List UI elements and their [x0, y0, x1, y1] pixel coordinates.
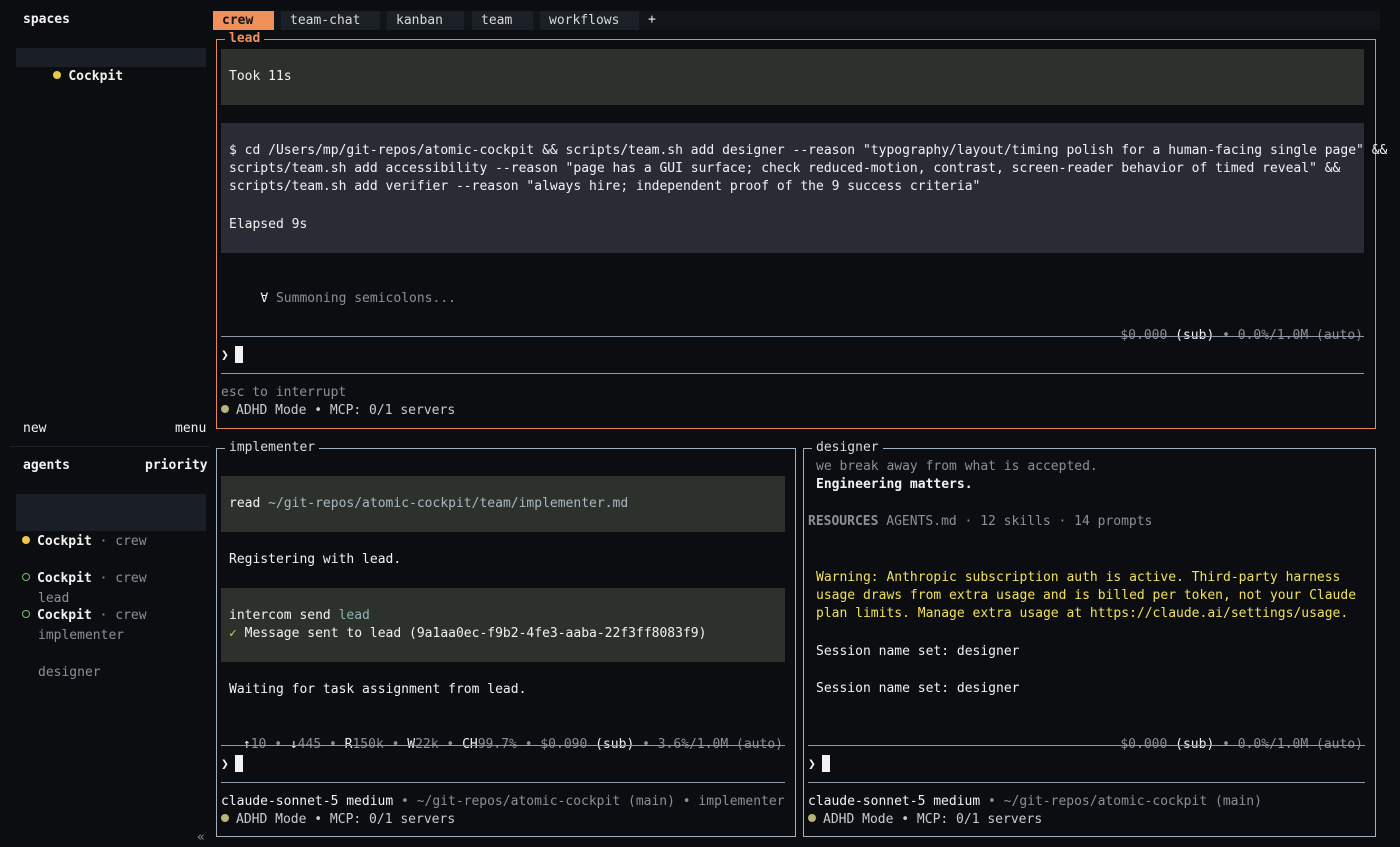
resources-label: RESOURCES	[808, 514, 879, 529]
read-keyword: read	[229, 496, 261, 511]
registering-text: Registering with lead.	[229, 552, 402, 567]
agent-item-lead[interactable]: Cockpit · crew lead	[16, 494, 206, 606]
status-dot-icon	[221, 814, 229, 822]
cwd-path: • ~/git-repos/atomic-cockpit (main) • im…	[401, 794, 785, 809]
tab-workflows[interactable]: workflows	[540, 11, 639, 30]
command-line: scripts/team.sh add accessibility --reas…	[229, 161, 1341, 176]
agent-group: · crew	[99, 608, 147, 623]
pane-title: lead	[225, 30, 265, 48]
status-dot-icon	[53, 71, 62, 79]
warning-line: plan limits. Manage extra usage at https…	[816, 606, 1349, 621]
prompt-icon: ❯	[221, 348, 229, 363]
pane-title: implementer	[225, 439, 320, 457]
divider	[808, 782, 1365, 783]
elapsed-text: Elapsed 9s	[229, 217, 308, 232]
intercom-keyword: intercom send	[229, 608, 331, 623]
sidebar: spaces Cockpit new menu agents priority …	[0, 0, 212, 847]
tab-kanban[interactable]: kanban	[387, 11, 464, 30]
agent-role: designer	[38, 665, 101, 680]
pane-implementer[interactable]: implementer read ~/git-repos/atomic-cock…	[216, 439, 796, 837]
text-cursor	[234, 755, 243, 772]
session-name-text: Session name set: designer	[816, 644, 1020, 659]
new-button[interactable]: new	[23, 420, 46, 438]
pane-designer[interactable]: designer we break away from what is acce…	[803, 439, 1376, 837]
waiting-text: Waiting for task assignment from lead.	[229, 682, 527, 697]
tab-bar: crew team-chat kanban team workflows +	[213, 11, 1380, 30]
pane-lead[interactable]: lead Took 11s $ cd /Users/mp/git-repos/a…	[216, 30, 1387, 429]
agents-header: agents	[23, 458, 70, 473]
session-name-text: Session name set: designer	[816, 681, 1020, 696]
tab-team[interactable]: team	[472, 11, 533, 30]
prompt-input[interactable]: ❯	[221, 755, 243, 774]
mode-text: ADHD Mode • MCP: 0/1 servers	[236, 812, 456, 827]
mode-text: ADHD Mode • MCP: 0/1 servers	[823, 812, 1043, 827]
warning-line: Warning: Anthropic subscription auth is …	[816, 570, 1341, 585]
divider	[221, 373, 1364, 374]
prompt-input[interactable]: ❯	[808, 755, 830, 774]
interrupt-hint: esc to interrupt	[221, 385, 347, 400]
agent-item-designer[interactable]: Cockpit · crew designer	[16, 568, 206, 680]
tagline-text: we break away from what is accepted.	[816, 459, 1098, 474]
mode-status: ADHD Mode • MCP: 0/1 servers	[221, 402, 455, 420]
agent-item-implementer[interactable]: Cockpit · crew implementer	[16, 531, 206, 643]
status-dot-icon	[221, 405, 229, 413]
took-text: Took 11s	[229, 69, 292, 84]
text-cursor	[234, 346, 243, 363]
status-dot-icon	[22, 610, 30, 618]
read-path: ~/git-repos/atomic-cockpit/team/implemen…	[268, 496, 629, 511]
menu-button[interactable]: menu	[175, 420, 206, 438]
prompt-icon: ❯	[808, 757, 816, 772]
divider	[221, 745, 785, 746]
command-line: scripts/team.sh add verifier --reason "a…	[229, 179, 981, 194]
model-name: claude-sonnet-5 medium	[221, 794, 394, 809]
intercom-command: intercom send lead	[229, 607, 370, 625]
warning-line: usage draws from extra usage and is bill…	[816, 588, 1357, 603]
output-block: Took 11s	[221, 49, 1364, 105]
pane-title: designer	[812, 439, 883, 457]
spinner-status: ∀ Summoning semicolons...	[229, 272, 456, 326]
tab-crew[interactable]: crew	[213, 11, 274, 30]
model-status: claude-sonnet-5 medium • ~/git-repos/ato…	[808, 793, 1262, 811]
spaces-header: spaces	[23, 12, 70, 27]
prompt-icon: ❯	[221, 757, 229, 772]
mode-status: ADHD Mode • MCP: 0/1 servers	[808, 811, 1042, 829]
spinner-icon: ∀	[260, 291, 269, 306]
resources-value: AGENTS.md · 12 skills · 14 prompts	[886, 514, 1153, 529]
mode-status: ADHD Mode • MCP: 0/1 servers	[221, 811, 455, 829]
output-block: read ~/git-repos/atomic-cockpit/team/imp…	[221, 476, 785, 532]
space-item-cockpit[interactable]: Cockpit	[16, 48, 206, 84]
cwd-path: • ~/git-repos/atomic-cockpit (main)	[988, 794, 1262, 809]
output-block: intercom send lead ✓ Message sent to lea…	[221, 588, 785, 662]
tab-team-chat[interactable]: team-chat	[281, 11, 380, 30]
read-command: read ~/git-repos/atomic-cockpit/team/imp…	[229, 495, 628, 513]
sent-text: Message sent to lead (9a1aa0ec-f9b2-4fe3…	[244, 626, 707, 641]
add-tab-button[interactable]: +	[648, 11, 656, 29]
collapse-sidebar-icon[interactable]: «	[197, 829, 205, 847]
model-status: claude-sonnet-5 medium • ~/git-repos/ato…	[221, 793, 785, 811]
spinner-text: Summoning semicolons...	[275, 291, 456, 306]
command-line: $ cd /Users/mp/git-repos/atomic-cockpit …	[229, 143, 1388, 158]
check-icon: ✓	[229, 626, 237, 641]
engineering-text: Engineering matters.	[816, 477, 973, 492]
command-block: $ cd /Users/mp/git-repos/atomic-cockpit …	[221, 123, 1387, 253]
sidebar-divider	[10, 446, 210, 447]
sent-message: ✓ Message sent to lead (9a1aa0ec-f9b2-4f…	[229, 625, 706, 643]
model-name: claude-sonnet-5 medium	[808, 794, 981, 809]
agent-space: Cockpit	[37, 608, 92, 623]
status-dot-icon	[808, 814, 816, 822]
divider	[221, 336, 1364, 337]
intercom-target: lead	[338, 608, 370, 623]
text-cursor	[821, 755, 830, 772]
priority-sort-button[interactable]: priority	[145, 457, 208, 475]
mode-text: ADHD Mode • MCP: 0/1 servers	[236, 403, 456, 418]
divider	[221, 782, 785, 783]
resources-line: RESOURCES AGENTS.md · 12 skills · 14 pro…	[808, 513, 1152, 531]
space-name: Cockpit	[68, 69, 124, 84]
divider	[808, 745, 1365, 746]
prompt-input[interactable]: ❯	[221, 346, 243, 365]
